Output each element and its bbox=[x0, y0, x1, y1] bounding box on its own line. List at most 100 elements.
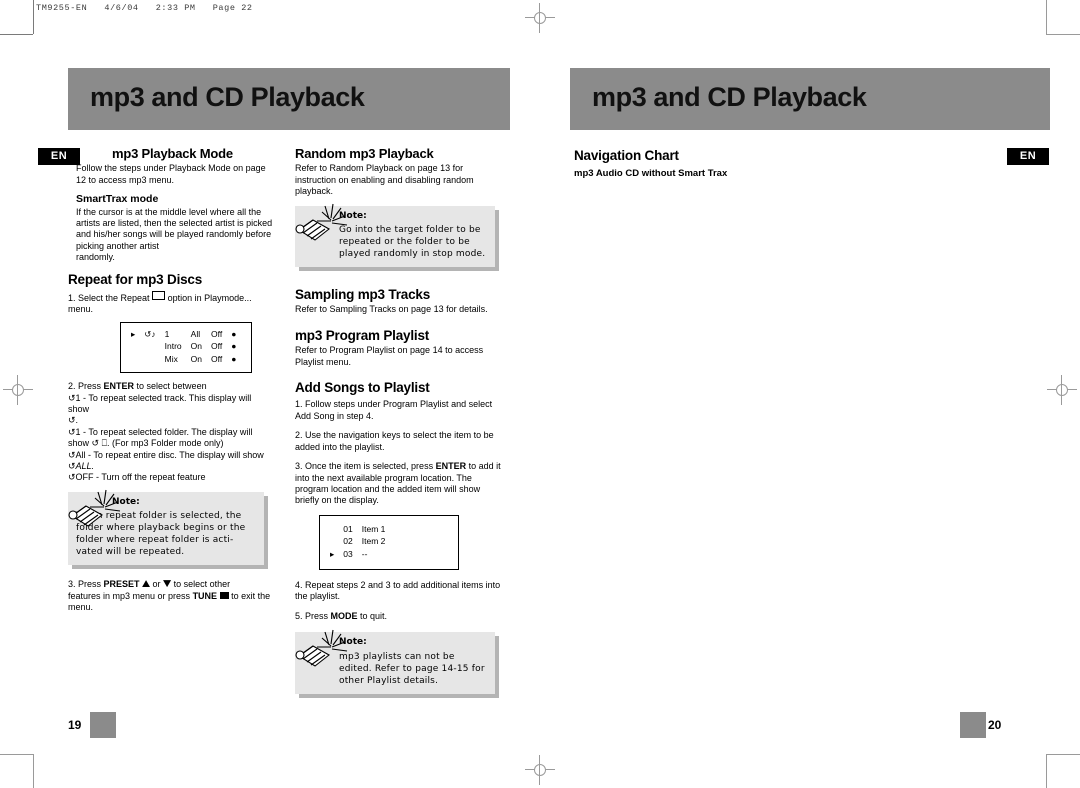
step2-line3: 1 - To repeat selected folder. The displ… bbox=[75, 426, 253, 437]
step3-select: to select other bbox=[173, 579, 231, 590]
heading-sampling-mp3-tracks: Sampling mp3 Tracks bbox=[295, 287, 431, 303]
add-step5-mode-key: MODE bbox=[330, 610, 358, 621]
lcd-cell: ● bbox=[231, 341, 237, 352]
lcd-playlist-row: ▸ 03 -- bbox=[330, 549, 394, 561]
step3-prefix: 3. Press bbox=[68, 579, 104, 590]
step3-or: or bbox=[150, 579, 161, 590]
note-title: Note: bbox=[339, 637, 367, 648]
left-page-banner: mp3 and CD Playback bbox=[68, 68, 510, 130]
note-title: Note: bbox=[112, 496, 140, 507]
text-add-step4: 4. Repeat steps 2 and 3 to add additiona… bbox=[295, 579, 501, 602]
lcd-cell bbox=[131, 354, 144, 366]
step3-exit: to exit the bbox=[231, 590, 271, 601]
text-playback-mode-intro: Follow the steps under Playback Mode on … bbox=[76, 163, 266, 185]
heading-navigation-chart: Navigation Chart bbox=[574, 148, 679, 163]
text-add-step3: 3. Once the item is selected, press ENTE… bbox=[295, 461, 505, 507]
preset-up-icon bbox=[142, 580, 151, 588]
lcd-cell bbox=[144, 354, 164, 366]
lcd-cell: ▸ bbox=[131, 328, 136, 339]
left-column-one: mp3 Playback Mode Follow the steps under… bbox=[68, 147, 273, 613]
lcd-cell bbox=[144, 341, 164, 353]
step3-features: features in mp3 menu or press bbox=[68, 590, 193, 601]
lcd-cell: On bbox=[190, 353, 203, 364]
add-step3-prefix: 3. Once the item is selected, press bbox=[295, 461, 436, 472]
step2-suffix: to select between bbox=[134, 381, 207, 392]
left-column-two: Random mp3 Playback Refer to Random Play… bbox=[295, 146, 505, 702]
lcd-cell: ● bbox=[231, 353, 237, 364]
text-smarttrax-body2: randomly. bbox=[76, 252, 115, 263]
left-banner-title: mp3 and CD Playback bbox=[90, 82, 365, 112]
step2-line6: ALL. bbox=[75, 460, 95, 471]
repeat-step1-part-b: option in Playmode... bbox=[167, 293, 252, 304]
text-repeat-step2: 2. Press ENTER to select between ↺1 - To… bbox=[68, 381, 273, 484]
lcd-cell: Off bbox=[211, 341, 223, 352]
repeat-all-icon-2: ↺ bbox=[68, 460, 76, 471]
lcd-cell: -- bbox=[361, 548, 368, 559]
lcd-cell: 02 bbox=[343, 536, 353, 547]
lcd-cell: 03 bbox=[343, 548, 353, 559]
lcd-cell bbox=[330, 524, 343, 536]
step2-line4a: show bbox=[68, 438, 90, 449]
text-program-body: Refer to Program Playlist on page 14 to … bbox=[295, 345, 484, 367]
add-step3-enter-key: ENTER bbox=[435, 461, 467, 472]
right-page-banner: mp3 and CD Playback bbox=[570, 68, 1050, 130]
text-add-step5: 5. Press MODE to quit. bbox=[295, 611, 505, 622]
right-banner-title: mp3 and CD Playback bbox=[592, 82, 867, 112]
step2-line4b: . (For mp3 Folder mode only) bbox=[107, 438, 224, 449]
heading-random-mp3-playback: Random mp3 Playback bbox=[295, 146, 434, 161]
note-pencil-icon bbox=[295, 630, 348, 667]
text-smarttrax-body: If the cursor is at the middle level whe… bbox=[76, 206, 273, 251]
step2-line1: 1 - To repeat selected track. This displ… bbox=[68, 392, 252, 414]
lcd-cell: ↺♪ bbox=[144, 328, 156, 339]
right-page-number: 20 bbox=[988, 718, 1002, 732]
left-page: mp3 and CD Playback EN mp3 Playback Mode… bbox=[0, 0, 540, 788]
repeat-track-icon-2: ↺ bbox=[68, 415, 76, 426]
repeat-step1-part-c: menu. bbox=[68, 304, 94, 315]
heading-repeat-mp3-discs: Repeat for mp3 Discs bbox=[68, 271, 203, 287]
lcd-playlist-preview: 01 Item 1 02 Item 2 ▸ 03 -- bbox=[319, 514, 459, 570]
lcd-cell: 01 bbox=[343, 523, 353, 534]
text-repeat-step1: 1. Select the Repeat option in Playmode.… bbox=[68, 291, 273, 316]
nav-chart-headings: Navigation Chart mp3 Audio CD without Sm… bbox=[574, 148, 994, 180]
text-sampling-body: Refer to Sampling Tracks on page 13 for … bbox=[295, 304, 488, 315]
lcd-repeat-options: ▸ ↺♪ 1 All Off ● Intro On Off ● Mix On Off ● bbox=[120, 321, 252, 374]
text-repeat-step3: 3. Press PRESET or to select other featu… bbox=[68, 579, 273, 613]
lcd-cell: Item 2 bbox=[361, 536, 386, 547]
note-title: Note: bbox=[339, 210, 367, 221]
text-add-step1: 1. Follow steps under Program Playlist a… bbox=[295, 399, 493, 421]
subheading-mp3-audio-cd: mp3 Audio CD without Smart Trax bbox=[574, 168, 728, 179]
right-language-badge: EN bbox=[1007, 148, 1049, 165]
step2-line2: . bbox=[75, 415, 79, 426]
lcd-repeat-row: ▸ ↺♪ 1 All Off ● bbox=[131, 329, 245, 341]
step3-tune-key: TUNE bbox=[192, 590, 218, 601]
note-pencil-icon bbox=[68, 489, 121, 527]
text-random-body: Refer to Random Playback on page 13 for … bbox=[295, 163, 474, 197]
step2-line7: OFF - Turn off the repeat feature bbox=[75, 472, 206, 483]
heading-mp3-program-playlist: mp3 Program Playlist bbox=[295, 327, 430, 343]
lcd-cell: 1 bbox=[164, 328, 170, 339]
text-add-step2: 2. Use the navigation keys to select the… bbox=[295, 430, 494, 452]
right-page-number-block bbox=[960, 712, 986, 738]
lcd-cell bbox=[131, 341, 144, 353]
lcd-cell: Item 1 bbox=[361, 523, 386, 534]
step2-enter-key: ENTER bbox=[103, 381, 135, 392]
add-step5-prefix: 5. Press bbox=[295, 610, 331, 621]
note-body: mp3 playlists can not be edited. Refer t… bbox=[339, 651, 485, 686]
lcd-playlist-row: 02 Item 2 bbox=[330, 536, 394, 548]
heading-smarttrax-mode: SmartTrax mode bbox=[76, 193, 159, 206]
lcd-playlist-table: 01 Item 1 02 Item 2 ▸ 03 -- bbox=[330, 524, 394, 561]
add-step5-suffix: to quit. bbox=[357, 610, 388, 621]
repeat-icon bbox=[152, 291, 166, 301]
note-playlist-not-editable: Note: mp3 playlists can not be edited. R… bbox=[295, 630, 499, 698]
lcd-cell: ▸ bbox=[330, 548, 335, 559]
note-pencil-icon bbox=[295, 203, 348, 241]
lcd-cell: ● bbox=[231, 328, 237, 339]
left-page-number-block bbox=[90, 712, 116, 738]
lcd-cell: All bbox=[190, 328, 201, 339]
lcd-repeat-table: ▸ ↺♪ 1 All Off ● Intro On Off ● Mix On Off ● bbox=[131, 329, 245, 366]
lcd-playlist-row: 01 Item 1 bbox=[330, 524, 394, 536]
repeat-all-icon: ↺ bbox=[68, 449, 76, 460]
note-repeat-folder: Note: When repeat folder is selected, th… bbox=[68, 489, 268, 570]
heading-add-songs-to-playlist: Add Songs to Playlist bbox=[295, 380, 430, 396]
lcd-repeat-row: Mix On Off ● bbox=[131, 354, 245, 366]
